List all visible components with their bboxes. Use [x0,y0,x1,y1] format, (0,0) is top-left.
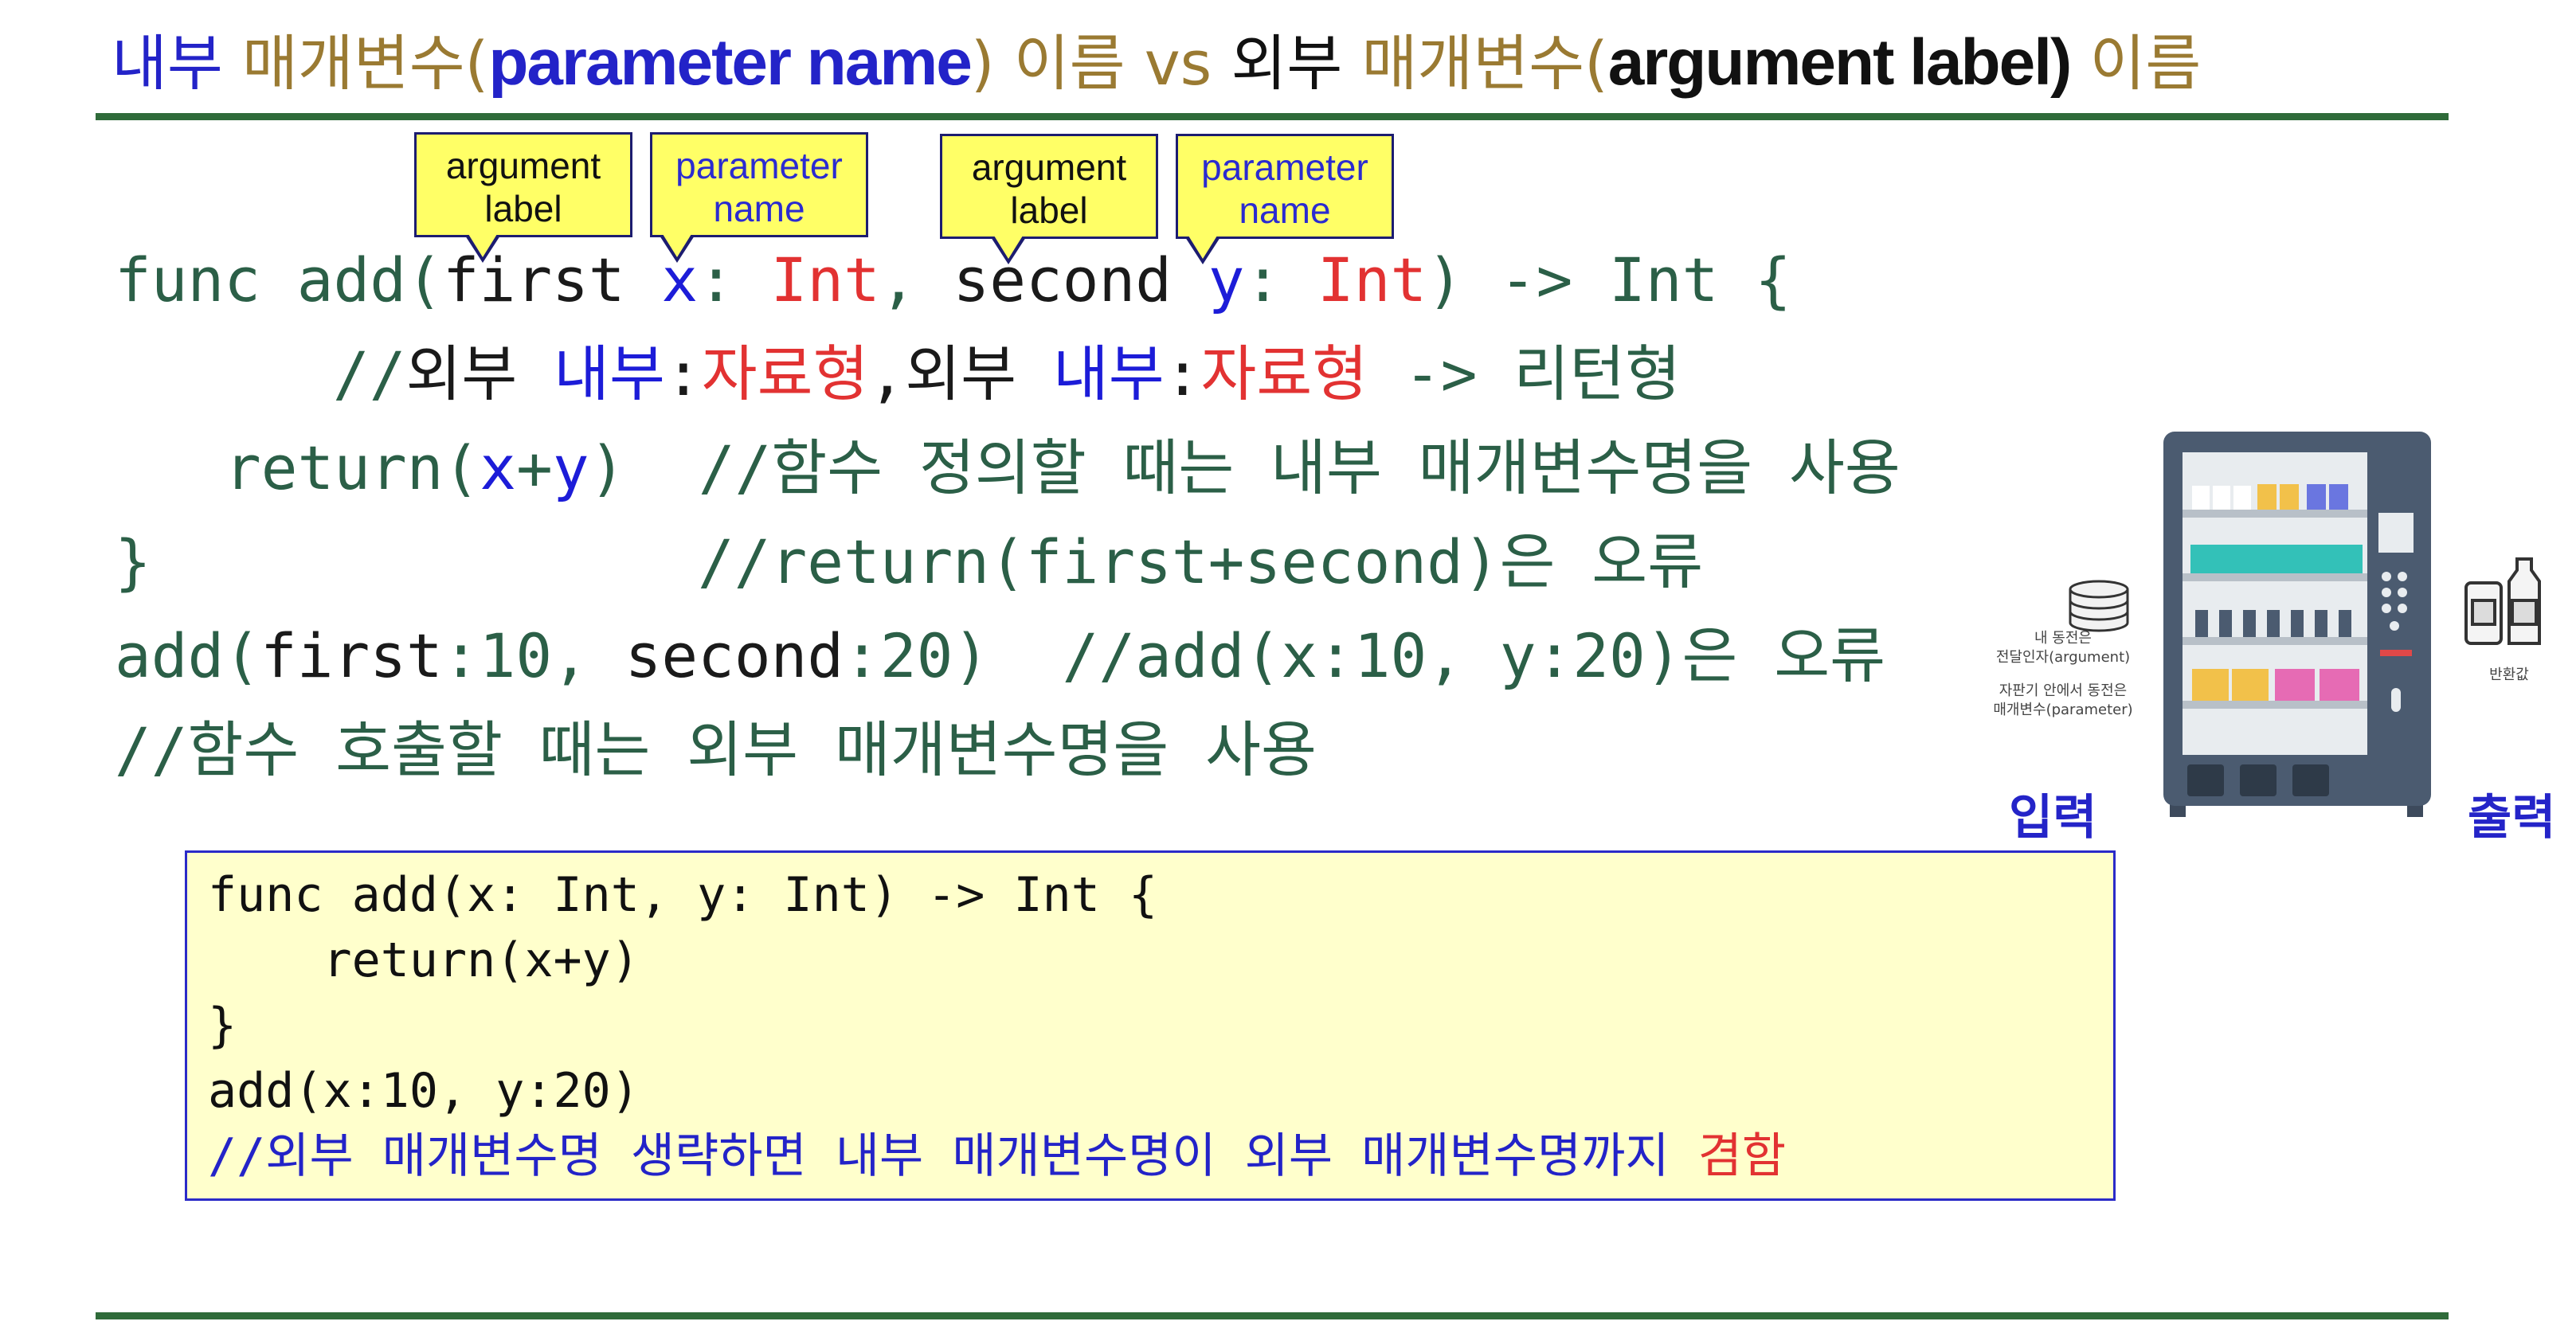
coin-caption: 내 동전은 전달인자(argument) [1967,629,2159,667]
slide-title: 내부 매개변수(parameter name) 이름 vs 외부 매개변수(ar… [112,19,2201,107]
code-line-2: //외부 내부:자료형,외부 내부:자료형 -> 리턴형 [333,334,1681,414]
code-token: , [879,244,953,315]
parameter-name-y: y [552,432,589,503]
comment-outer: ,외부 [868,338,1053,409]
box-line-5: //외부 매개변수명 생략하면 내부 매개변수명이 외부 매개변수명까지 겸함 [208,1124,1786,1189]
callout-line: name [713,188,805,229]
argument-label-first: first [260,620,443,691]
parameter-name-x: x [661,244,699,315]
code-token: :10, [442,620,625,691]
vending-machine-icon [2163,425,2431,820]
coin-caption-line: 내 동전은 [2034,630,2092,647]
argument-label-second: second [953,244,1208,315]
code-token: : [1164,338,1201,409]
argument-label-second: second [624,620,844,691]
callout-parameter-name-1: parameter name [650,132,868,237]
code-comment: ) //함수 정의할 때는 내부 매개변수명을 사용 [589,432,1901,503]
callout-line: label [484,188,562,229]
box-comment-highlight: 겸함 [1697,1128,1787,1184]
callout-argument-label-2: argument label [940,134,1158,239]
box-line-1: func add(x: Int, y: Int) -> Int { [208,867,1158,923]
code-line-3: return(x+y) //함수 정의할 때는 내부 매개변수명을 사용 [225,428,1901,508]
code-token: : [1244,244,1318,315]
comment-type: 자료형 [701,338,869,409]
code-token: : [664,338,702,409]
slot-caption-line: 자판기 안에서 동전은 [1999,682,2128,699]
type-int: Int [770,244,880,315]
code-line-4-comment: //return(first+second)은 오류 [698,522,1703,602]
slot-caption-line: 매개변수(parameter) [1993,702,2133,718]
code-token: add( [115,620,261,691]
type-int: Int [1317,244,1427,315]
code-token: func add( [115,244,443,315]
callout-parameter-name-2: parameter name [1176,134,1394,239]
code-token: : [698,244,771,315]
callout-line: parameter [675,145,843,186]
coin-stack-icon [2063,570,2135,634]
comment-inner: 내부 [1052,338,1165,409]
code-token: ) -> Int { [1427,244,1791,315]
code-comment: //return(first+second)은 오류 [698,526,1704,597]
box-line-4: add(x:10, y:20) [208,1063,640,1119]
code-line-4: } [115,522,151,602]
code-token: return( [225,432,480,503]
callout-line: parameter [1201,147,1368,188]
slot-caption: 자판기 안에서 동전은 매개변수(parameter) [1967,682,2159,720]
comment-return-type: -> 리턴형 [1368,338,1681,409]
code-comment: //함수 호출할 때는 외부 매개변수명을 사용 [115,714,1317,785]
comment-type: 자료형 [1200,338,1368,409]
title-parameter-name: parameter name [488,26,973,99]
example-code-box: func add(x: Int, y: Int) -> Int { return… [185,850,2116,1201]
box-comment: //외부 매개변수명 생략하면 내부 매개변수명이 외부 매개변수명까지 [208,1128,1698,1184]
parameter-name-x: x [480,432,517,503]
box-line-2: return(x+y) [208,932,640,988]
comment-inner: 내부 [554,338,665,409]
code-token: + [516,432,553,503]
parameter-name-y: y [1208,244,1245,315]
callout-line: argument [971,147,1127,188]
code-line-6: //함수 호출할 때는 외부 매개변수명을 사용 [115,710,1317,790]
title-param-word: 매개변수( [222,28,489,99]
bottom-rule [96,1312,2449,1319]
box-line-3: } [208,998,237,1054]
callout-line: argument [445,145,601,186]
title-inner: 내부 [112,28,223,99]
title-argument-label: argument label) [1607,26,2073,99]
code-line-5: add(first:10, second:20) //add(x:10, y:2… [115,616,1885,696]
callout-line: label [1010,190,1088,231]
title-outer: 외부 [1231,28,1343,99]
closing-brace: } [115,526,151,597]
code-line-1: func add(first x: Int, second y: Int) ->… [115,240,1791,320]
title-vs: ) 이름 vs [970,28,1231,99]
title-param-word-2: 매개변수( [1342,28,1608,99]
return-caption: 반환값 [2489,666,2529,683]
callout-argument-label-1: argument label [414,132,632,237]
top-rule [96,113,2449,120]
output-label: 출력 [2468,790,2556,846]
drink-bottles-icon [2461,551,2551,650]
code-comment: :20) //add(x:10, y:20)은 오류 [844,620,1886,691]
argument-label-first: first [442,244,662,315]
callout-line: name [1239,190,1331,231]
title-name: 이름 [2070,28,2202,99]
comment-outer: 외부 [405,338,554,409]
coin-caption-line: 전달인자(argument) [1995,649,2131,666]
input-label: 입력 [2009,790,2097,846]
code-token: // [333,338,406,409]
